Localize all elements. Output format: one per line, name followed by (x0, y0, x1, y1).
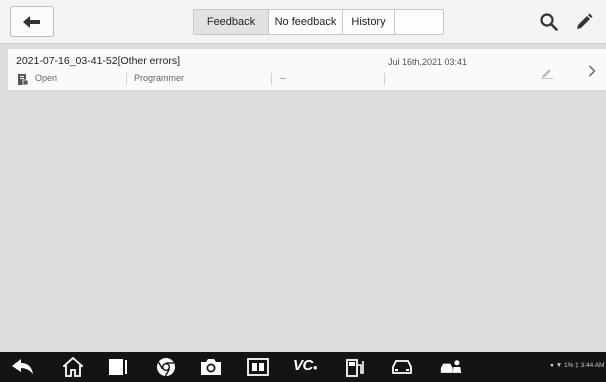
list-item[interactable]: 2021-07-16_03-41-52[Other errors] Jul 16… (8, 49, 606, 91)
record-extra: -- (280, 73, 286, 83)
vci-icon[interactable]: VC● (293, 357, 318, 374)
nav-back-button[interactable] (12, 356, 34, 378)
car-button[interactable] (391, 356, 413, 378)
content-area: 2021-07-16_03-41-52[Other errors] Jul 16… (0, 45, 606, 352)
divider (271, 73, 272, 85)
document-icon (18, 74, 28, 85)
chrome-button[interactable] (155, 356, 177, 378)
pencil-icon (577, 13, 593, 29)
status-bar-text: ● ▼ 1% ‡ 3:44 AM (550, 362, 605, 369)
camera-icon (201, 359, 221, 375)
screen-capture-icon (247, 358, 269, 376)
pencil-icon[interactable] (541, 67, 553, 79)
car-service-icon (440, 360, 462, 373)
back-icon (12, 359, 33, 374)
back-button[interactable] (10, 6, 54, 37)
toolbar: Feedback No feedback History (0, 0, 606, 44)
edit-button[interactable] (573, 11, 595, 33)
tab-group: Feedback No feedback History (193, 9, 444, 35)
tab-feedback[interactable]: Feedback (194, 10, 269, 34)
divider (126, 73, 127, 85)
car-service-button[interactable] (440, 356, 462, 378)
home-icon (63, 357, 83, 377)
tab-history[interactable]: History (343, 10, 395, 34)
fuel-station-icon (346, 359, 364, 377)
search-icon (540, 13, 558, 31)
system-navbar: VC● ● ▼ 1% ‡ 3:44 AM (0, 352, 606, 382)
record-status: Open (35, 73, 58, 83)
screen-capture-button[interactable] (247, 356, 269, 378)
chrome-icon (157, 358, 175, 377)
divider (384, 73, 385, 85)
nav-recent-apps-button[interactable] (108, 356, 130, 378)
chevron-right-icon[interactable] (588, 65, 596, 77)
search-button[interactable] (538, 11, 560, 33)
tab-no-feedback[interactable]: No feedback (269, 10, 343, 34)
nav-home-button[interactable] (62, 356, 84, 378)
record-datetime: Jul 16th,2021 03:41 (388, 57, 468, 67)
camera-button[interactable] (200, 356, 222, 378)
record-category: Programmer (134, 73, 185, 83)
fuel-station-button[interactable] (344, 356, 366, 378)
car-icon (392, 360, 412, 374)
tab-empty-slot (395, 10, 443, 34)
vci-label: VC (293, 357, 313, 374)
record-title: 2021-07-16_03-41-52[Other errors] (16, 55, 181, 67)
back-arrow-icon (23, 15, 40, 28)
recent-apps-icon (109, 359, 127, 375)
